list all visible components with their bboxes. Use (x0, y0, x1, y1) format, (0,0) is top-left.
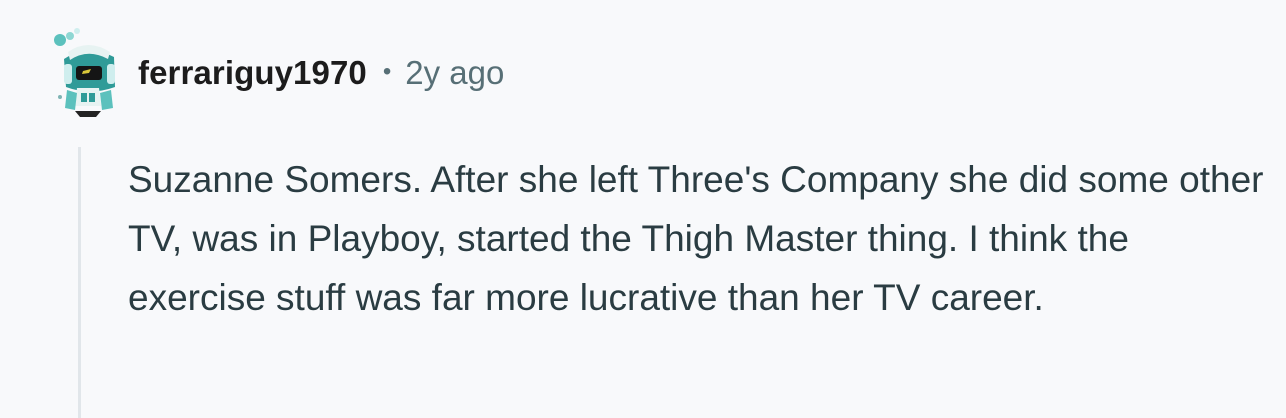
comment-header: ferrariguy1970 • 2y ago (46, 24, 504, 120)
avatar[interactable] (46, 24, 130, 120)
username[interactable]: ferrariguy1970 (138, 56, 367, 89)
comment: ferrariguy1970 • 2y ago Suzanne Somers. … (0, 0, 1286, 418)
meta-separator: • (382, 58, 392, 85)
timestamp[interactable]: 2y ago (405, 56, 504, 89)
comment-body: Suzanne Somers. After she left Three's C… (128, 159, 1264, 318)
robot-avatar-icon (54, 28, 115, 117)
thread-line[interactable] (78, 147, 81, 418)
